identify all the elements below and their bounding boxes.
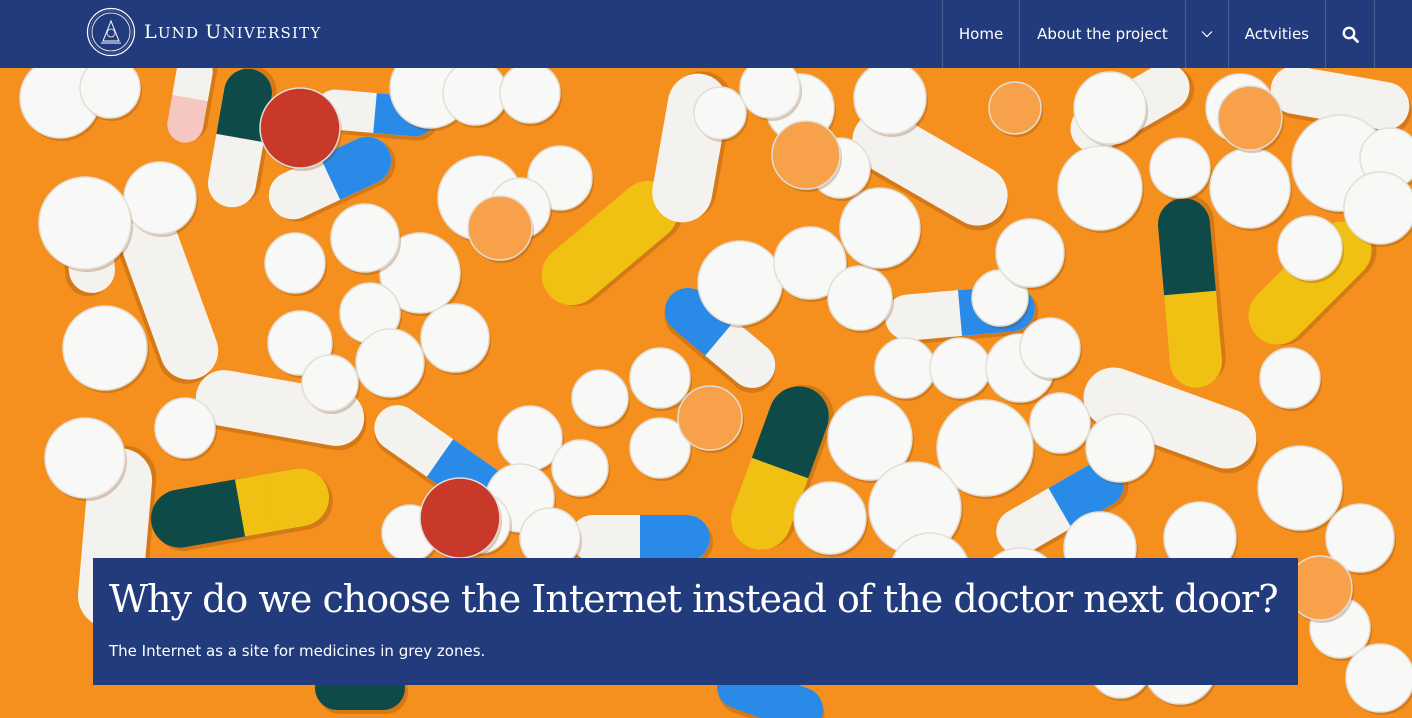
main-nav: Home About the project Actvities [941,0,1412,68]
search-icon [1342,26,1359,43]
nav-submenu-toggle[interactable] [1184,0,1228,68]
nav-home[interactable]: Home [941,0,1019,68]
nav-home-label: Home [958,25,1004,43]
chevron-down-icon [1201,31,1213,38]
nav-about-label: About the project [1037,25,1168,43]
top-navigation-bar: LUND UNIVERSITY Home About the project A… [0,0,1412,68]
university-logo[interactable]: LUND UNIVERSITY [86,7,321,57]
hero-title: Why do we choose the Internet instead of… [109,577,1279,621]
search-button[interactable] [1325,0,1375,68]
hero-banner: Why do we choose the Internet instead of… [0,68,1412,718]
hero-subtitle: The Internet as a site for medicines in … [109,642,486,660]
logo-wordmark: LUND UNIVERSITY [144,21,322,43]
nav-about-project[interactable]: About the project [1019,0,1185,68]
nav-activities-label: Actvities [1244,25,1309,43]
nav-activities[interactable]: Actvities [1227,0,1325,68]
university-seal-icon [86,7,136,57]
hero-caption-box: Why do we choose the Internet instead of… [93,558,1298,685]
